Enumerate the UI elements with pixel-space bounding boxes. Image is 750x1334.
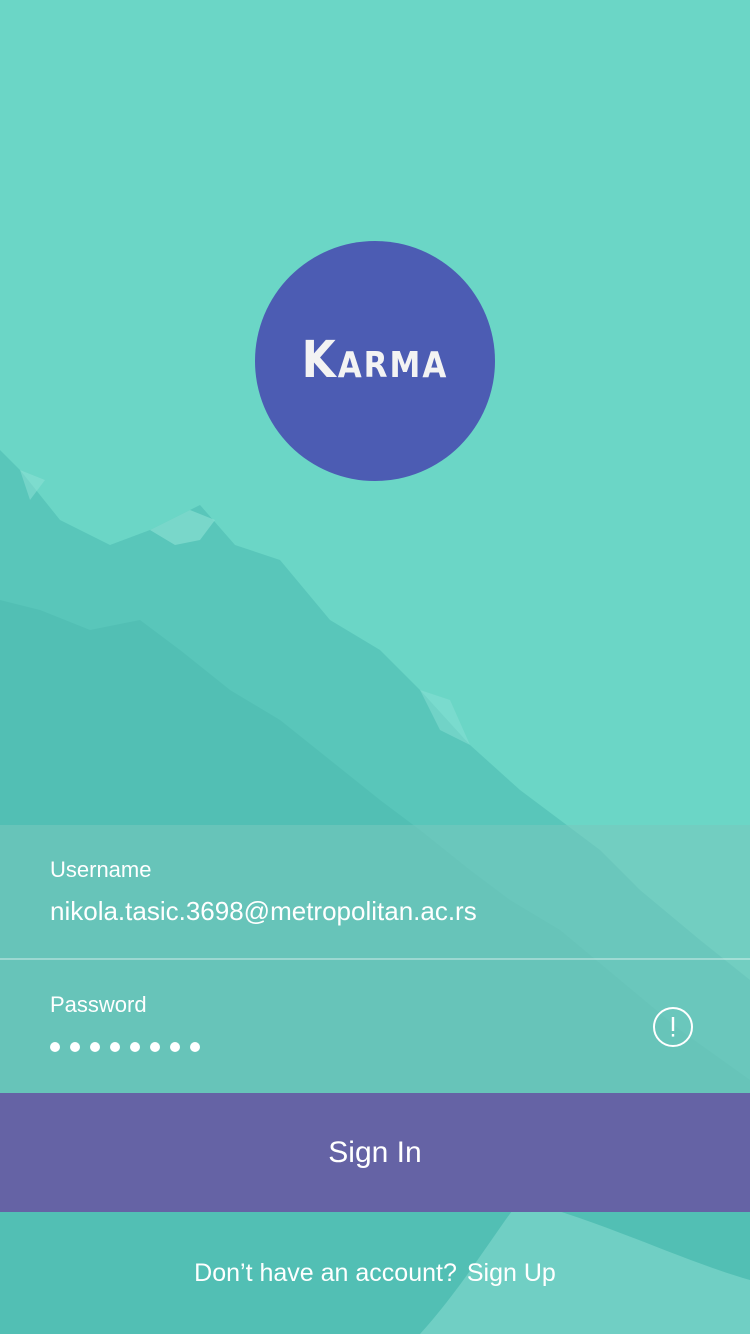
signup-prompt: Don’t have an account? Sign Up: [0, 1212, 750, 1334]
username-field[interactable]: Username nikola.tasic.3698@metropolitan.…: [0, 825, 750, 958]
password-mask-dot: [170, 1042, 180, 1052]
password-mask-dot: [130, 1042, 140, 1052]
password-mask-dot: [90, 1042, 100, 1052]
sign-in-button[interactable]: Sign In: [0, 1093, 750, 1212]
password-label: Password: [50, 992, 147, 1017]
password-mask-dot: [110, 1042, 120, 1052]
password-field[interactable]: Password: [0, 960, 750, 1093]
password-mask-dot: [70, 1042, 80, 1052]
signup-prompt-text: Don’t have an account?: [194, 1258, 457, 1287]
karma-logo: Karma: [255, 241, 495, 481]
password-input[interactable]: [50, 1042, 200, 1054]
username-input[interactable]: nikola.tasic.3698@metropolitan.ac.rs: [50, 895, 477, 927]
password-mask-dot: [50, 1042, 60, 1052]
login-form: Username nikola.tasic.3698@metropolitan.…: [0, 825, 750, 1093]
username-label: Username: [50, 857, 152, 882]
alert-circle-icon[interactable]: [653, 1007, 693, 1047]
logo-text: Karma: [301, 331, 449, 390]
password-mask-dot: [190, 1042, 200, 1052]
sign-up-link[interactable]: Sign Up: [467, 1259, 556, 1288]
password-mask-dot: [150, 1042, 160, 1052]
